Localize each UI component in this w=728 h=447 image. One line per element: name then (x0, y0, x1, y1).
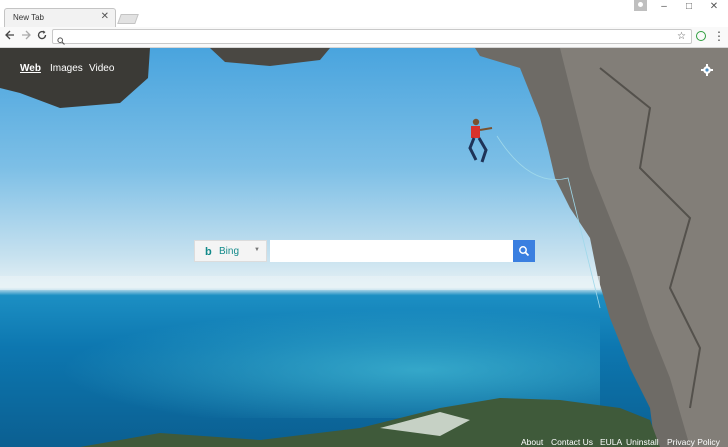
browser-toolbar: ☆ (0, 27, 728, 48)
minimize-icon[interactable]: – (657, 1, 671, 13)
nav-images[interactable]: Images (50, 63, 83, 74)
climber (468, 118, 493, 163)
extension-icon[interactable] (696, 31, 706, 41)
bing-logo-icon: b (205, 246, 212, 258)
new-tab-button[interactable] (117, 14, 139, 24)
tab-close-icon[interactable]: ✕ (101, 11, 109, 23)
search-button[interactable] (513, 240, 535, 262)
footer-eula[interactable]: EULA (600, 437, 622, 447)
back-icon[interactable] (3, 30, 17, 44)
menu-icon[interactable]: ⋮ (713, 30, 725, 42)
profile-icon[interactable] (634, 0, 647, 11)
search-provider-dropdown[interactable]: b Bing ▼ (194, 240, 267, 262)
nav-web[interactable]: Web (20, 63, 41, 74)
gear-icon[interactable] (701, 63, 713, 81)
chevron-down-icon: ▼ (254, 247, 260, 253)
window-close-icon[interactable]: ✕ (707, 1, 721, 13)
search-provider-label: Bing (219, 246, 240, 257)
forward-icon[interactable] (19, 30, 33, 44)
footer-contact[interactable]: Contact Us (551, 437, 593, 447)
tab-new-tab[interactable]: New Tab ✕ (4, 8, 116, 27)
reload-icon[interactable] (35, 30, 49, 44)
search-icon (519, 246, 530, 257)
footer-privacy[interactable]: Privacy Policy (667, 437, 720, 447)
maximize-icon[interactable]: □ (682, 1, 696, 13)
tab-title: New Tab (13, 13, 44, 22)
footer-uninstall[interactable]: Uninstall (626, 437, 659, 447)
footer-about[interactable]: About (521, 437, 543, 447)
nav-video[interactable]: Video (89, 63, 114, 74)
address-bar[interactable]: ☆ (52, 29, 692, 45)
star-icon[interactable]: ☆ (677, 30, 686, 43)
search-input[interactable] (270, 240, 513, 262)
tab-strip: New Tab ✕ – □ ✕ (0, 0, 728, 28)
